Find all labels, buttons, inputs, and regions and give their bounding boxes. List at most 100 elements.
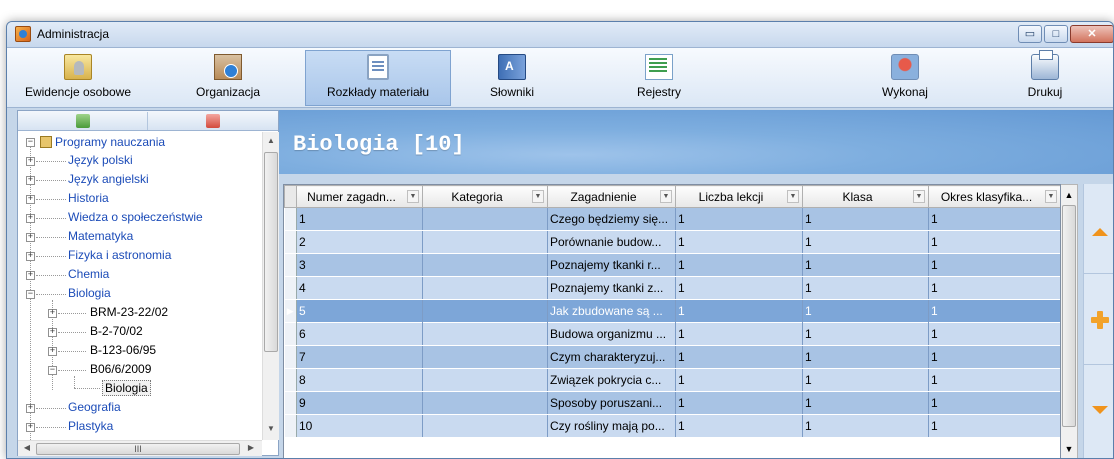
- cell-klasa[interactable]: 1: [802, 322, 929, 346]
- cell-zagadnienie[interactable]: Poznajemy tkanki z...: [547, 276, 676, 300]
- table-row[interactable]: 10 Czy rośliny mają po... 1 1 1: [284, 414, 1060, 438]
- tree-item-geografia[interactable]: Geografia: [68, 399, 121, 415]
- tree-vertical-scrollbar[interactable]: ▲ ▼: [262, 132, 279, 440]
- scrollbar-thumb[interactable]: [264, 152, 278, 352]
- expand-icon[interactable]: +: [48, 309, 57, 318]
- cell-okres[interactable]: 1: [928, 299, 1060, 323]
- cell-zagadnienie[interactable]: Czego będziemy się...: [547, 207, 676, 231]
- column-header-zagadnienie[interactable]: Zagadnienie ▼: [547, 185, 676, 208]
- cell-okres[interactable]: 1: [928, 207, 1060, 231]
- tree-horizontal-scrollbar[interactable]: ◀ III ▶: [18, 440, 262, 456]
- scroll-left-icon[interactable]: ◀: [20, 443, 34, 452]
- row-header[interactable]: [284, 253, 297, 277]
- row-header[interactable]: [284, 322, 297, 346]
- expand-icon[interactable]: +: [48, 347, 57, 356]
- cell-klasa[interactable]: 1: [802, 391, 929, 415]
- expand-icon[interactable]: +: [26, 176, 35, 185]
- column-header-liczba-lekcji[interactable]: Liczba lekcji ▼: [675, 185, 803, 208]
- expand-icon[interactable]: +: [26, 252, 35, 261]
- cell-numer[interactable]: 10: [296, 414, 423, 438]
- column-header-klasa[interactable]: Klasa ▼: [802, 185, 929, 208]
- wykonaj-button[interactable]: Wykonaj: [867, 50, 943, 106]
- filter-dropdown-icon[interactable]: ▼: [660, 190, 672, 203]
- drukuj-button[interactable]: Drukuj: [1013, 50, 1077, 106]
- cell-zagadnienie[interactable]: Sposoby poruszani...: [547, 391, 676, 415]
- cell-liczba-lekcji[interactable]: 1: [675, 207, 803, 231]
- row-header[interactable]: [284, 391, 297, 415]
- table-row[interactable]: 4 Poznajemy tkanki z... 1 1 1: [284, 276, 1060, 300]
- cell-liczba-lekcji[interactable]: 1: [675, 345, 803, 369]
- table-row[interactable]: ▶ 5 Jak zbudowane są ... 1 1 1: [284, 299, 1060, 323]
- cell-okres[interactable]: 1: [928, 368, 1060, 392]
- cell-kategoria[interactable]: [422, 299, 548, 323]
- tree-item-matematyka[interactable]: Matematyka: [68, 228, 133, 244]
- table-row[interactable]: 9 Sposoby poruszani... 1 1 1: [284, 391, 1060, 415]
- slowniki-button[interactable]: Słowniki: [477, 50, 547, 106]
- expand-icon[interactable]: +: [26, 214, 35, 223]
- minimize-button[interactable]: ▭: [1018, 25, 1042, 43]
- table-row[interactable]: 3 Poznajemy tkanki r... 1 1 1: [284, 253, 1060, 277]
- move-down-button[interactable]: [1084, 366, 1113, 456]
- cell-kategoria[interactable]: [422, 207, 548, 231]
- tree-item-biologia-leaf[interactable]: Biologia: [102, 380, 151, 396]
- expand-icon[interactable]: +: [26, 233, 35, 242]
- filter-dropdown-icon[interactable]: ▼: [532, 190, 544, 203]
- expand-icon[interactable]: +: [26, 404, 35, 413]
- title-bar[interactable]: Administracja ▭ □ ✕: [7, 22, 1113, 48]
- expand-icon[interactable]: +: [26, 423, 35, 432]
- cell-kategoria[interactable]: [422, 253, 548, 277]
- cell-numer[interactable]: 3: [296, 253, 423, 277]
- cell-okres[interactable]: 1: [928, 253, 1060, 277]
- cell-zagadnienie[interactable]: Związek pokrycia c...: [547, 368, 676, 392]
- row-header[interactable]: [284, 276, 297, 300]
- cell-liczba-lekcji[interactable]: 1: [675, 391, 803, 415]
- scroll-down-icon[interactable]: ▼: [1061, 440, 1077, 458]
- cell-zagadnienie[interactable]: Budowa organizmu ...: [547, 322, 676, 346]
- scrollbar-thumb[interactable]: [1062, 205, 1076, 427]
- cell-klasa[interactable]: 1: [802, 414, 929, 438]
- cell-zagadnienie[interactable]: Jak zbudowane są ...: [547, 299, 676, 323]
- cell-kategoria[interactable]: [422, 322, 548, 346]
- cell-klasa[interactable]: 1: [802, 299, 929, 323]
- cell-kategoria[interactable]: [422, 368, 548, 392]
- cell-kategoria[interactable]: [422, 391, 548, 415]
- cell-okres[interactable]: 1: [928, 391, 1060, 415]
- cell-kategoria[interactable]: [422, 414, 548, 438]
- tree-item-biologia[interactable]: Biologia: [68, 285, 111, 301]
- tree-add-button[interactable]: [18, 112, 148, 130]
- tree-item-program[interactable]: BRM-23-22/02: [90, 304, 168, 320]
- cell-klasa[interactable]: 1: [802, 345, 929, 369]
- cell-liczba-lekcji[interactable]: 1: [675, 253, 803, 277]
- collapse-icon[interactable]: −: [26, 290, 35, 299]
- cell-numer[interactable]: 2: [296, 230, 423, 254]
- expand-icon[interactable]: +: [26, 271, 35, 280]
- table-row[interactable]: 8 Związek pokrycia c... 1 1 1: [284, 368, 1060, 392]
- cell-kategoria[interactable]: [422, 230, 548, 254]
- cell-liczba-lekcji[interactable]: 1: [675, 414, 803, 438]
- cell-kategoria[interactable]: [422, 345, 548, 369]
- tree-item-program[interactable]: B-2-70/02: [90, 323, 143, 339]
- cell-numer[interactable]: 7: [296, 345, 423, 369]
- cell-klasa[interactable]: 1: [802, 230, 929, 254]
- cell-okres[interactable]: 1: [928, 345, 1060, 369]
- move-up-button[interactable]: [1084, 184, 1113, 274]
- cell-zagadnienie[interactable]: Czy rośliny mają po...: [547, 414, 676, 438]
- collapse-icon[interactable]: −: [48, 366, 57, 375]
- cell-okres[interactable]: 1: [928, 276, 1060, 300]
- tree-item-program[interactable]: B-123-06/95: [90, 342, 156, 358]
- cell-liczba-lekcji[interactable]: 1: [675, 368, 803, 392]
- table-row[interactable]: 7 Czym charakteryzuj... 1 1 1: [284, 345, 1060, 369]
- scroll-right-icon[interactable]: ▶: [244, 443, 258, 452]
- column-header-kategoria[interactable]: Kategoria ▼: [422, 185, 548, 208]
- column-header-okres[interactable]: Okres klasyfika... ▼: [928, 185, 1060, 208]
- cell-liczba-lekcji[interactable]: 1: [675, 230, 803, 254]
- cell-liczba-lekcji[interactable]: 1: [675, 322, 803, 346]
- filter-dropdown-icon[interactable]: ▼: [913, 190, 925, 203]
- row-header[interactable]: [284, 230, 297, 254]
- column-header-numer[interactable]: Numer zagadn... ▼: [296, 185, 423, 208]
- cell-zagadnienie[interactable]: Czym charakteryzuj...: [547, 345, 676, 369]
- table-row[interactable]: 6 Budowa organizmu ... 1 1 1: [284, 322, 1060, 346]
- collapse-icon[interactable]: −: [26, 138, 35, 147]
- rejestry-button[interactable]: Rejestry: [621, 50, 697, 106]
- cell-klasa[interactable]: 1: [802, 368, 929, 392]
